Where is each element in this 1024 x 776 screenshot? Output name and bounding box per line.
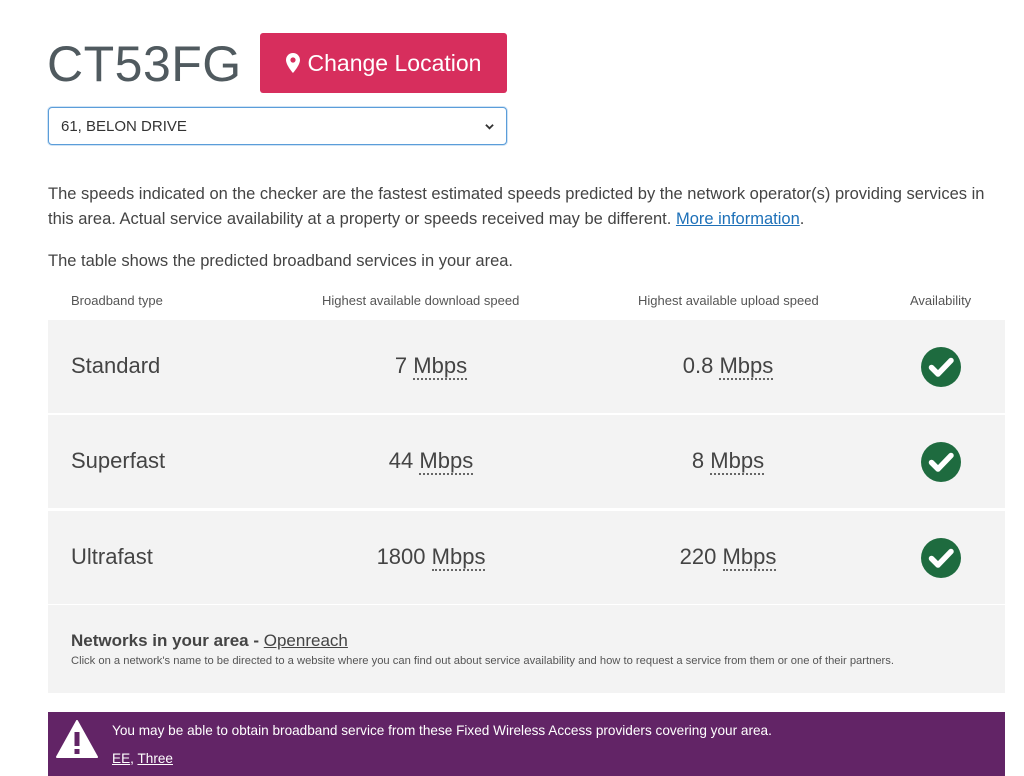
speed-unit[interactable]: Mbps <box>419 448 474 475</box>
warning-icon <box>56 720 98 758</box>
download-value: 44 <box>388 448 414 473</box>
row-broadband-type: Standard <box>71 353 161 378</box>
map-pin-icon <box>285 53 300 73</box>
check-circle-icon <box>921 347 961 387</box>
provider-link-three[interactable]: Three <box>137 751 173 766</box>
speed-unit[interactable]: Mbps <box>719 353 774 380</box>
download-value: 7 <box>394 353 408 378</box>
fwa-banner: You may be able to obtain broadband serv… <box>48 712 1005 776</box>
networks-note: Click on a network's name to be directed… <box>71 655 894 667</box>
networks-panel: Networks in your area - Openreach Click … <box>48 605 1005 693</box>
networks-title: Networks in your area - Openreach <box>71 631 348 651</box>
more-information-link[interactable]: More information <box>676 210 800 228</box>
speed-unit[interactable]: Mbps <box>431 544 486 571</box>
fwa-message: You may be able to obtain broadband serv… <box>112 723 772 738</box>
row-broadband-type: Ultrafast <box>71 544 153 569</box>
change-location-label: Change Location <box>307 49 482 76</box>
address-selected-value: 61, BELON DRIVE <box>61 117 187 135</box>
upload-value: 0.8 <box>682 353 714 378</box>
speed-disclaimer: The speeds indicated on the checker are … <box>48 182 1008 231</box>
speed-disclaimer-period: . <box>799 209 805 228</box>
networks-heading: Networks in your area - <box>71 631 260 650</box>
header-broadband-type: Broadband type <box>71 293 163 308</box>
table-header: Broadband type Highest available downloa… <box>48 292 1005 312</box>
speed-unit[interactable]: Mbps <box>413 353 468 380</box>
chevron-down-icon <box>485 123 494 130</box>
speed-unit[interactable]: Mbps <box>710 448 765 475</box>
row-upload-speed: 0.8 Mbps <box>628 353 828 380</box>
provider-link-ee[interactable]: EE <box>112 751 130 766</box>
openreach-link[interactable]: Openreach <box>264 631 348 650</box>
header-availability: Availability <box>910 293 972 308</box>
row-download-speed: 7 Mbps <box>320 353 542 380</box>
row-broadband-type: Superfast <box>71 448 166 473</box>
address-select[interactable]: 61, BELON DRIVE <box>48 107 507 145</box>
table-row: Ultrafast 1800 Mbps 220 Mbps <box>48 511 1005 604</box>
check-circle-icon <box>921 442 961 482</box>
check-circle-icon <box>921 538 961 578</box>
header-upload-speed: Highest available upload speed <box>638 293 819 308</box>
upload-value: 220 <box>679 544 717 569</box>
change-location-button[interactable]: Change Location <box>260 33 507 93</box>
postcode-heading: CT53FG <box>47 36 242 92</box>
row-upload-speed: 220 Mbps <box>628 544 828 571</box>
row-upload-speed: 8 Mbps <box>628 448 828 475</box>
table-row: Standard 7 Mbps 0.8 Mbps <box>48 320 1005 413</box>
table-intro: The table shows the predicted broadband … <box>48 252 514 270</box>
speed-disclaimer-text: The speeds indicated on the checker are … <box>48 185 985 228</box>
row-download-speed: 44 Mbps <box>320 448 542 475</box>
fwa-provider-links: EE, Three <box>112 751 173 766</box>
table-row: Superfast 44 Mbps 8 Mbps <box>48 415 1005 508</box>
upload-value: 8 <box>691 448 705 473</box>
speed-unit[interactable]: Mbps <box>722 544 777 571</box>
row-download-speed: 1800 Mbps <box>320 544 542 571</box>
header-download-speed: Highest available download speed <box>322 293 520 308</box>
download-value: 1800 <box>376 544 426 569</box>
